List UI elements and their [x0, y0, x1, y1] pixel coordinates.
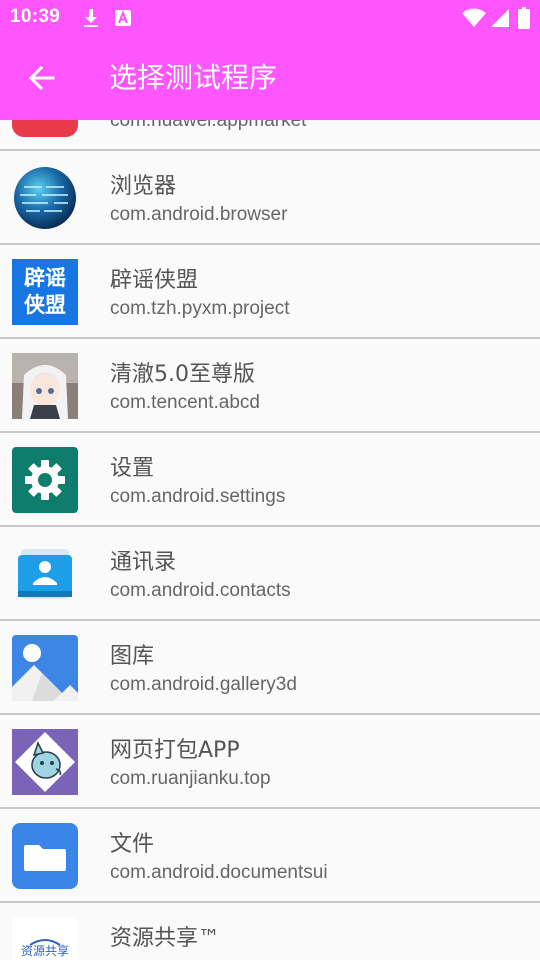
cellular-signal-icon: [490, 8, 510, 32]
wifi-icon: [462, 8, 486, 32]
app-name: 设置: [110, 456, 155, 481]
app-name: 网页打包APP: [110, 738, 240, 763]
resource-share-logo-icon: 资源共享: [12, 917, 78, 960]
arrow-back-icon: [29, 66, 55, 90]
piyao-xiameng-icon: 辟谣 侠盟: [12, 259, 78, 325]
app-row-resource-share[interactable]: 资源共享 资源共享™: [0, 903, 540, 960]
app-row-webpack[interactable]: 网页打包APP com.ruanjianku.top: [0, 715, 540, 809]
app-name: 通讯录: [110, 550, 177, 575]
app-package: com.android.documentsui: [110, 862, 328, 883]
app-package: com.tzh.pyxm.project: [110, 298, 290, 319]
globe-icon: [12, 165, 78, 231]
app-name: 清澈5.0至尊版: [110, 362, 255, 387]
app-name: 文件: [110, 832, 155, 857]
app-row-gallery[interactable]: 图库 com.android.gallery3d: [0, 621, 540, 715]
app-name: 资源共享™: [110, 926, 221, 951]
logo-text: 资源共享: [21, 943, 69, 958]
app-name: 浏览器: [110, 174, 177, 199]
battery-icon: [518, 7, 530, 33]
app-bar: 10:39 选择测试程序: [0, 0, 540, 120]
anime-avatar-icon: [12, 353, 78, 419]
app-package: com.ruanjianku.top: [110, 768, 271, 789]
text-app-icon: [114, 9, 132, 31]
status-time: 10:39: [10, 6, 61, 27]
app-row-settings[interactable]: 设置 com.android.settings: [0, 433, 540, 527]
icon-text-line-1: 辟谣: [24, 266, 66, 290]
app-row-contacts[interactable]: 通讯录 com.android.contacts: [0, 527, 540, 621]
status-bar: 10:39: [0, 0, 540, 36]
app-row-qingche[interactable]: 清澈5.0至尊版 com.tencent.abcd: [0, 339, 540, 433]
folder-icon: [12, 823, 78, 889]
app-package: com.android.gallery3d: [110, 674, 297, 695]
cartoon-dog-icon: [12, 729, 78, 795]
gallery-icon: [12, 635, 78, 701]
app-name: 辟谣侠盟: [110, 268, 199, 293]
contacts-icon: [12, 541, 78, 607]
app-package: com.android.contacts: [110, 580, 291, 601]
download-icon: [82, 8, 100, 32]
back-button[interactable]: [22, 58, 62, 98]
app-package: com.tencent.abcd: [110, 392, 260, 413]
icon-text-line-2: 侠盟: [24, 293, 66, 317]
app-row-files[interactable]: 文件 com.android.documentsui: [0, 809, 540, 903]
gear-icon: [12, 447, 78, 513]
app-list: com.huawei.appmarket 浏览器 com.android.bro…: [0, 57, 540, 960]
page-title: 选择测试程序: [109, 61, 278, 94]
app-row-piyao[interactable]: 辟谣 侠盟 辟谣侠盟 com.tzh.pyxm.project: [0, 245, 540, 339]
app-name: 图库: [110, 644, 155, 669]
app-package: com.android.settings: [110, 486, 286, 507]
app-row-browser[interactable]: 浏览器 com.android.browser: [0, 151, 540, 245]
app-package: com.android.browser: [110, 204, 288, 225]
